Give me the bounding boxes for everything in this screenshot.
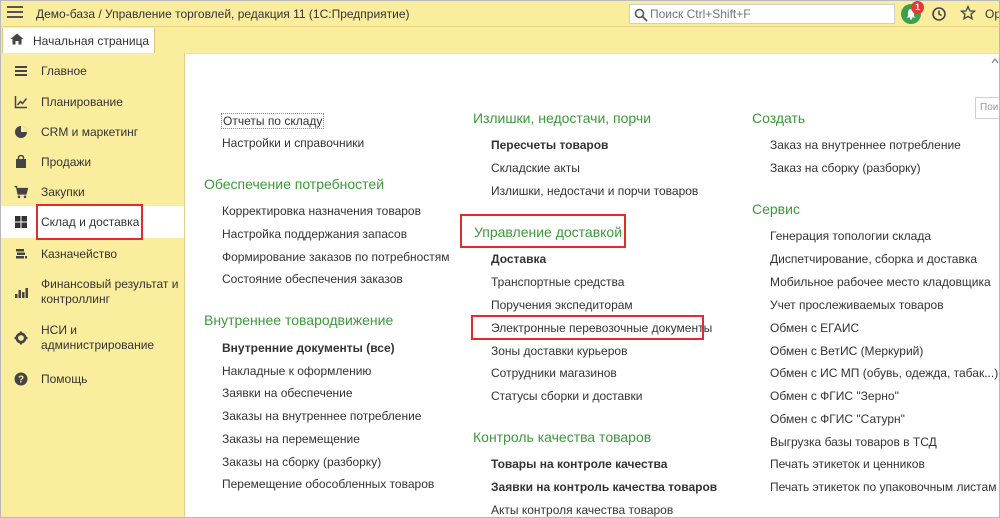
section-heading: Контроль качества товаров <box>473 429 652 445</box>
sidebar-item-purchases[interactable]: Закупки <box>1 180 184 204</box>
link-item[interactable]: Заказы на внутреннее потребление <box>222 409 421 423</box>
sidebar-item-label: Финансовый результат и контроллинг <box>41 277 179 306</box>
sidebar-item-main[interactable]: Главное <box>1 59 184 83</box>
shopping-bag-icon <box>16 155 26 168</box>
gear-icon <box>14 331 28 345</box>
link-item[interactable]: Формирование заказов по потребностям <box>222 250 450 264</box>
link-item[interactable]: Заказ на внутреннее потребление <box>770 138 961 152</box>
tab-strip: Начальная страница <box>1 27 999 53</box>
planning-chart-icon <box>14 96 28 109</box>
title-bar: Демо-база / Управление торговлей, редакц… <box>1 1 999 27</box>
sidebar-item-label: CRM и маркетинг <box>41 125 139 139</box>
sidebar-item-finance[interactable]: Финансовый результат и контроллинг <box>1 273 184 309</box>
transport-docs-highlight <box>471 315 704 340</box>
link-item[interactable]: Перемещение обособленных товаров <box>222 477 434 491</box>
sidebar-item-label: Помощь <box>41 372 88 386</box>
active-item-highlight <box>36 204 143 240</box>
link-item[interactable]: Диспетчирование, сборка и доставка <box>770 252 977 266</box>
link-item[interactable]: Внутренние документы (все) <box>222 341 395 355</box>
link-warehouse-reports[interactable]: Отчеты по складу <box>221 113 325 129</box>
section-heading: Внутреннее товародвижение <box>204 312 394 328</box>
home-icon <box>10 33 24 45</box>
sidebar-item-label: Главное <box>41 64 87 78</box>
menu-lines-icon <box>15 66 27 76</box>
warehouse-grid-icon <box>15 216 27 228</box>
cart-icon <box>14 185 28 199</box>
link-item[interactable]: Генерация топологии склада <box>770 229 931 243</box>
history-icon[interactable] <box>931 6 947 22</box>
section-heading: Сервис <box>752 201 800 217</box>
sidebar-item-sales[interactable]: Продажи <box>1 150 184 174</box>
link-item[interactable]: Зоны доставки курьеров <box>491 344 627 358</box>
link-item[interactable]: Заказы на сборку (разборку) <box>222 455 381 469</box>
link-item[interactable]: Заявки на контроль качества товаров <box>491 480 717 494</box>
tab-home-label: Начальная страница <box>33 34 150 48</box>
section-heading: Создать <box>752 110 806 126</box>
sidebar-item-help[interactable]: ? Помощь <box>1 367 184 391</box>
search-icon <box>634 8 648 22</box>
sidebar-item-planning[interactable]: Планирование <box>1 90 184 114</box>
link-item[interactable]: Выгрузка базы товаров в ТСД <box>770 435 937 449</box>
link-item[interactable]: Обмен с ФГИС "Зерно" <box>770 389 899 403</box>
link-item[interactable]: Товары на контроле качества <box>491 457 667 471</box>
link-item[interactable]: Настройка поддержания запасов <box>222 227 407 241</box>
bar-chart-icon <box>15 288 28 298</box>
link-item[interactable]: Транспортные средства <box>491 275 624 289</box>
link-item[interactable]: Обмен с ИС МП (обувь, одежда, табак...) <box>770 366 998 380</box>
link-settings-catalogs[interactable]: Настройки и справочники <box>222 136 364 150</box>
sidebar: Главное Планирование CRM и маркетинг Про… <box>1 53 185 517</box>
sidebar-item-admin[interactable]: НСИ и администрирование <box>1 319 184 355</box>
link-item[interactable]: Обмен с ФГИС "Сатурн" <box>770 412 905 426</box>
link-item[interactable]: Учет прослеживаемых товаров <box>770 298 944 312</box>
search-input[interactable] <box>650 6 890 22</box>
sidebar-item-label: Продажи <box>41 155 92 169</box>
link-item[interactable]: Акты контроля качества товаров <box>491 503 673 517</box>
link-item[interactable]: Печать этикеток по упаковочным листам <box>770 480 996 494</box>
app-window: Демо-база / Управление торговлей, редакц… <box>0 0 1000 518</box>
scroll-up-arrow-icon[interactable] <box>991 54 999 518</box>
link-item[interactable]: Излишки, недостачи и порчи товаров <box>491 184 698 198</box>
favorites-star-icon[interactable] <box>960 5 976 21</box>
link-item[interactable]: Сотрудники магазинов <box>491 366 617 380</box>
sidebar-item-label: Казначейство <box>41 247 118 261</box>
link-item[interactable]: Накладные к оформлению <box>222 364 371 378</box>
delivery-heading-highlight <box>460 214 626 248</box>
main-panel: Пои Отчеты по складу Настройки и справоч… <box>186 53 999 518</box>
section-heading: Излишки, недостачи, порчи <box>473 110 652 126</box>
link-item[interactable]: Складские акты <box>491 161 580 175</box>
hamburger-menu-icon[interactable] <box>7 6 23 20</box>
link-item[interactable]: Поручения экспедиторам <box>491 298 633 312</box>
link-item[interactable]: Корректировка назначения товаров <box>222 204 421 218</box>
link-item[interactable]: Обмен с ЕГАИС <box>770 321 859 335</box>
app-title: Демо-база / Управление торговлей, редакц… <box>36 7 410 21</box>
link-item[interactable]: Заказ на сборку (разборку) <box>770 161 921 175</box>
more-menu-label[interactable]: Ор <box>985 7 999 21</box>
sidebar-item-label: НСИ и администрирование <box>41 323 155 352</box>
link-item[interactable]: Статусы сборки и доставки <box>491 389 642 403</box>
sidebar-item-label: Закупки <box>41 185 85 199</box>
sidebar-item-crm[interactable]: CRM и маркетинг <box>1 120 184 144</box>
link-item[interactable]: Состояние обеспечения заказов <box>222 272 403 286</box>
link-item[interactable]: Заказы на перемещение <box>222 432 360 446</box>
link-item[interactable]: Заявки на обеспечение <box>222 386 353 400</box>
coins-icon <box>16 249 27 259</box>
svg-text:?: ? <box>18 375 24 386</box>
global-search[interactable] <box>629 4 895 24</box>
link-item[interactable]: Мобильное рабочее место кладовщика <box>770 275 991 289</box>
link-item[interactable]: Печать этикеток и ценников <box>770 457 925 471</box>
notifications-button[interactable]: 1 <box>901 1 924 24</box>
pie-chart-icon <box>15 126 27 138</box>
sidebar-item-label: Планирование <box>41 95 123 109</box>
notification-badge: 1 <box>911 1 924 14</box>
link-item[interactable]: Доставка <box>491 252 546 266</box>
help-icon: ? <box>14 372 28 386</box>
link-item[interactable]: Пересчеты товаров <box>491 138 608 152</box>
link-item[interactable]: Обмен с ВетИС (Меркурий) <box>770 344 923 358</box>
tab-home[interactable]: Начальная страница <box>2 28 155 53</box>
sidebar-item-treasury[interactable]: Казначейство <box>1 242 184 266</box>
section-heading: Обеспечение потребностей <box>204 176 385 192</box>
